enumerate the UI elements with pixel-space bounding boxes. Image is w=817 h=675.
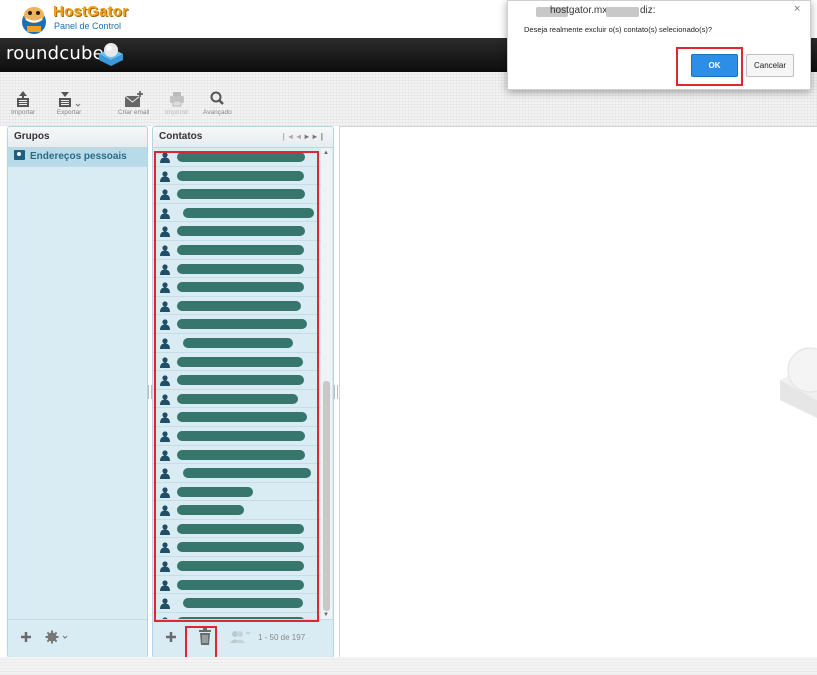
search-label: Avançado [203,109,232,116]
next-page-icon[interactable]: ▸ [305,132,313,141]
contacts-scrollbar[interactable]: ▲ ▼ [321,148,332,620]
scrollbar-thumb[interactable] [323,381,330,611]
contact-preview-pane [339,126,817,658]
group-item-personal-addresses[interactable]: Endereços pessoais [8,148,147,167]
gator-mascot-icon [22,7,46,34]
contacts-title: Contatos [159,131,203,142]
dialog-origin: hostgator.mx [550,5,608,16]
contacts-splitter[interactable] [334,385,338,399]
contacts-count: 1 - 50 de 197 [258,633,306,642]
address-book-icon [14,150,25,160]
brand-subtitle: Panel de Control [54,21,122,31]
group-add-icon[interactable] [229,630,251,644]
delete-highlight [185,626,217,659]
export-label: Exportar [56,109,82,116]
last-page-icon[interactable]: ▸| [313,132,327,141]
dialog-origin-suffix: diz: [640,5,656,16]
groups-footer [8,619,147,657]
contacts-pagination: |◂◂▸▸| [282,127,327,147]
contacts-footer: 1 - 50 de 197 [153,619,333,657]
export-icon [59,92,81,107]
export-button[interactable]: Exportar [56,90,82,116]
bottom-strip [0,657,817,675]
print-icon [169,92,184,107]
plus-icon[interactable] [19,630,33,644]
compose-mail-icon [124,91,143,107]
roundcube-watermark-icon [780,347,817,418]
ok-highlight [676,47,743,86]
compose-label: Criar email [118,109,150,116]
import-button[interactable]: Importar [11,90,35,116]
app-logo-text[interactable]: roundcube [6,43,104,64]
prev-page-icon[interactable]: ◂ [297,132,305,141]
group-item-label: Endereços pessoais [30,151,127,162]
redacted-origin-part [606,7,639,17]
scroll-down-arrow-icon[interactable]: ▼ [323,612,329,618]
import-icon [17,91,30,107]
brand-title: HostGator [53,3,129,20]
first-page-icon[interactable]: |◂ [282,132,296,141]
search-icon [210,91,225,105]
print-label: Imprimir [165,109,189,116]
confirm-dialog: hostgator.mx diz: × Deseja realmente exc… [507,0,811,90]
scroll-up-arrow-icon[interactable]: ▲ [323,150,329,156]
cancel-button[interactable]: Cancelar [746,54,794,77]
roundcube-logo-icon [99,43,123,66]
groups-panel: Grupos Endereços pessoais [7,126,148,658]
print-button[interactable]: Imprimir [165,90,188,116]
close-icon[interactable]: × [794,3,800,15]
add-contact-icon[interactable] [164,630,178,644]
groups-title: Grupos [8,127,147,148]
gear-icon[interactable] [45,630,69,644]
import-label: Importar [11,109,36,116]
advanced-search-button[interactable]: Avançado [203,90,232,116]
contacts-header: Contatos |◂◂▸▸| [153,127,333,148]
selection-highlight [154,151,319,622]
dialog-message: Deseja realmente excluir o(s) contato(s)… [524,25,712,34]
compose-button[interactable]: Criar email [118,90,149,116]
